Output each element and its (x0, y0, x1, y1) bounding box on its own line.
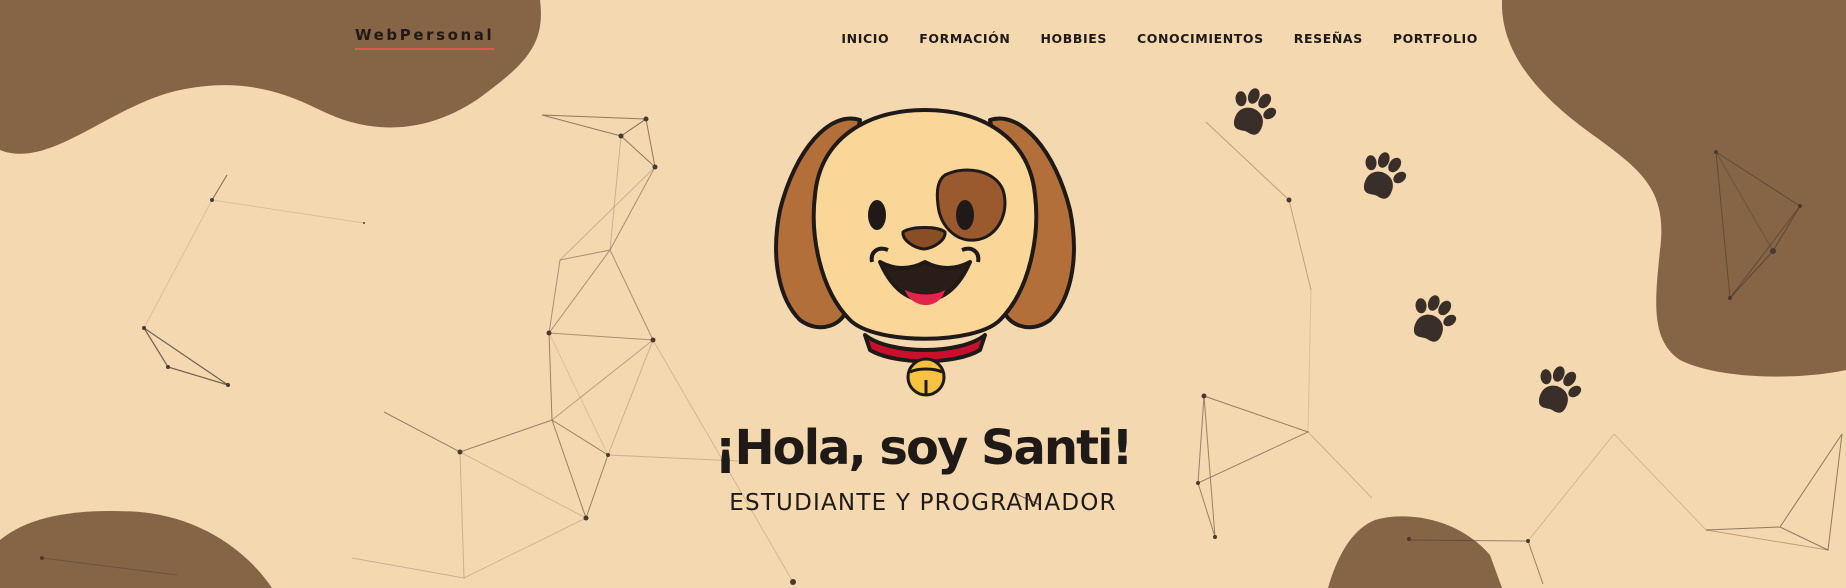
nav-item-hobbies[interactable]: HOBBIES (1040, 31, 1107, 47)
nav-item-formacion[interactable]: FORMACIÓN (919, 31, 1010, 47)
blob-bottom-left (0, 510, 272, 588)
dog-mascot-icon (774, 108, 1076, 397)
nav-item-resenas[interactable]: RESEÑAS (1294, 31, 1363, 47)
paw-print-icon (1413, 295, 1457, 342)
hero-greeting: ¡Hola, soy (714, 420, 981, 476)
blob-top-left (0, 0, 541, 154)
paw-print-icon (1538, 366, 1582, 413)
hero-subtitle: ESTUDIANTE Y PROGRAMADOR (729, 490, 1117, 516)
hero-section: WebPersonal INICIO FORMACIÓN HOBBIES CON… (0, 0, 1846, 588)
main-nav: INICIO FORMACIÓN HOBBIES CONOCIMIENTOS R… (841, 31, 1478, 47)
hero-name: Santi! (980, 420, 1133, 476)
nav-item-inicio[interactable]: INICIO (841, 31, 889, 47)
blob-top-right (1501, 0, 1846, 377)
paw-print-icon (1363, 152, 1407, 199)
blob-bottom-right (1328, 516, 1502, 588)
brand-logo[interactable]: WebPersonal (355, 26, 495, 50)
paw-prints (1233, 88, 1582, 413)
nav-item-portfolio[interactable]: PORTFOLIO (1393, 31, 1478, 47)
hero-title: ¡Hola, soy Santi! (0, 420, 1846, 476)
nav-item-conocimientos[interactable]: CONOCIMIENTOS (1137, 31, 1264, 47)
paw-print-icon (1233, 88, 1277, 135)
